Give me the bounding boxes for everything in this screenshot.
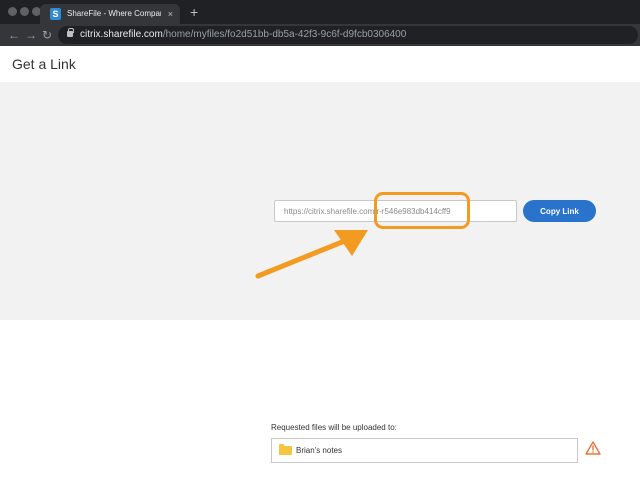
browser-tab[interactable]: S ShareFile - Where Companies Connect ×	[40, 4, 180, 24]
folder-name: Brian's notes	[296, 446, 342, 455]
arrow-left-icon[interactable]: ←	[8, 28, 20, 42]
url-text: citrix.sharefile.com/home/myfiles/fo2d51…	[80, 28, 406, 42]
window-close-button[interactable]	[8, 7, 17, 16]
upload-destination-label: Requested files will be uploaded to:	[271, 423, 397, 432]
arrow-right-icon[interactable]: →	[25, 28, 37, 42]
lock-icon[interactable]	[67, 28, 74, 37]
upload-folder-field[interactable]: Brian's notes	[271, 438, 578, 463]
folder-icon	[279, 444, 292, 455]
copy-link-button[interactable]: Copy Link	[523, 200, 596, 222]
warning-icon[interactable]	[585, 441, 601, 455]
address-bar[interactable]: citrix.sharefile.com/home/myfiles/fo2d51…	[58, 26, 638, 44]
reload-icon[interactable]: ↻	[42, 28, 52, 42]
window-minimize-button[interactable]	[20, 7, 29, 16]
tab-close-icon[interactable]: ×	[168, 7, 173, 21]
tab-title: ShareFile - Where Companies Connect	[67, 9, 161, 18]
sharefile-favicon-icon: S	[50, 8, 61, 20]
new-tab-icon[interactable]: +	[190, 4, 198, 20]
browser-toolbar: ← → ↻ citrix.sharefile.com/home/myfiles/…	[0, 24, 640, 46]
url-domain: citrix.sharefile.com	[80, 29, 163, 40]
url-path: /home/myfiles/fo2d51bb-db5a-42f3-9c6f-d9…	[162, 29, 407, 40]
browser-tab-bar: S ShareFile - Where Companies Connect × …	[0, 0, 640, 24]
share-link-input[interactable]	[274, 200, 517, 222]
page-title: Get a Link	[12, 56, 76, 72]
